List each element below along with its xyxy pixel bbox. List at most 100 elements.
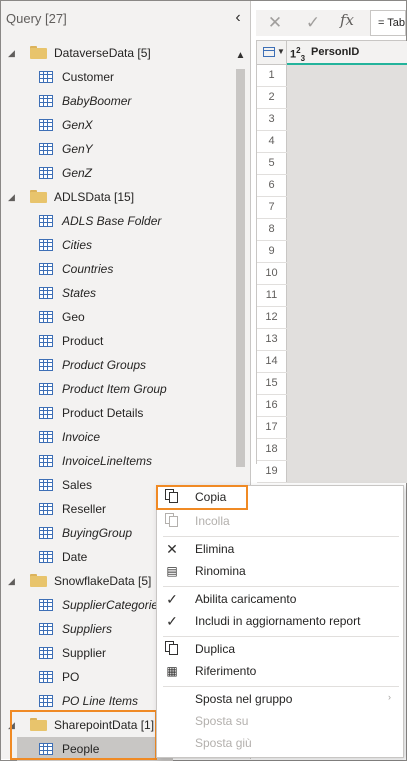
query-item[interactable]: Geo	[1, 305, 233, 329]
row-number[interactable]: 7	[257, 197, 287, 218]
table-cell[interactable]	[287, 219, 407, 240]
scroll-up-icon[interactable]: ▲	[233, 47, 248, 65]
row-number[interactable]: 5	[257, 153, 287, 174]
table-row[interactable]: 4	[257, 131, 407, 153]
table-cell[interactable]	[287, 263, 407, 284]
row-number[interactable]: 11	[257, 285, 287, 306]
table-cell[interactable]	[287, 307, 407, 328]
table-cell[interactable]	[287, 439, 407, 460]
formula-input[interactable]: = Table	[370, 10, 406, 36]
table-row[interactable]: 8	[257, 219, 407, 241]
column-header-personid[interactable]: 123 PersonID	[287, 41, 407, 66]
query-item[interactable]: Countries	[1, 257, 233, 281]
table-row[interactable]: 18	[257, 439, 407, 461]
row-number[interactable]: 16	[257, 395, 287, 416]
row-number[interactable]: 14	[257, 351, 287, 372]
collapse-pane-button[interactable]: ‹	[230, 7, 246, 29]
query-item[interactable]: Product	[1, 329, 233, 353]
menu-separator	[163, 586, 399, 587]
row-number[interactable]: 1	[257, 65, 287, 86]
fx-icon[interactable]: fx	[340, 11, 354, 29]
cancel-formula-icon[interactable]: ✕	[264, 12, 286, 34]
query-item-label: GenZ	[62, 166, 93, 180]
table-row[interactable]: 16	[257, 395, 407, 417]
query-item[interactable]: Product Item Group	[1, 377, 233, 401]
query-item[interactable]: Cities	[1, 233, 233, 257]
query-group[interactable]: ◢ ADLSData [15]	[1, 185, 233, 209]
query-item[interactable]: GenZ	[1, 161, 233, 185]
table-row[interactable]: 14	[257, 351, 407, 373]
menu-item-move-to-group[interactable]: Sposta nel gruppo ›	[157, 688, 405, 710]
table-cell[interactable]	[287, 285, 407, 306]
query-item[interactable]: InvoiceLineItems	[1, 449, 233, 473]
table-row[interactable]: 17	[257, 417, 407, 439]
query-item[interactable]: GenX	[1, 113, 233, 137]
table-cell[interactable]	[287, 175, 407, 196]
table-cell[interactable]	[287, 329, 407, 350]
table-cell[interactable]	[287, 373, 407, 394]
table-cell[interactable]	[287, 197, 407, 218]
table-cell[interactable]	[287, 241, 407, 262]
query-group[interactable]: ◢ DataverseData [5]	[1, 41, 233, 65]
menu-item-duplicate[interactable]: Duplica	[157, 638, 405, 660]
table-row[interactable]: 9	[257, 241, 407, 263]
table-cell[interactable]	[287, 417, 407, 438]
table-row[interactable]: 3	[257, 109, 407, 131]
row-number[interactable]: 6	[257, 175, 287, 196]
table-cell[interactable]	[287, 87, 407, 108]
table-cell[interactable]	[287, 395, 407, 416]
menu-item-rename[interactable]: ▤ Rinomina	[157, 560, 405, 582]
table-row[interactable]: 1	[257, 65, 407, 87]
row-number[interactable]: 10	[257, 263, 287, 284]
row-number[interactable]: 15	[257, 373, 287, 394]
table-row[interactable]: 15	[257, 373, 407, 395]
table-cell[interactable]	[287, 461, 407, 482]
row-number[interactable]: 12	[257, 307, 287, 328]
row-number[interactable]: 9	[257, 241, 287, 262]
row-number[interactable]: 13	[257, 329, 287, 350]
table-row[interactable]: 5	[257, 153, 407, 175]
table-row[interactable]: 11	[257, 285, 407, 307]
table-row[interactable]: 19	[257, 461, 407, 483]
row-number[interactable]: 2	[257, 87, 287, 108]
table-row[interactable]: 6	[257, 175, 407, 197]
chevron-down-icon[interactable]: ◢	[8, 569, 20, 593]
row-number[interactable]: 4	[257, 131, 287, 152]
row-number[interactable]: 3	[257, 109, 287, 130]
table-cell[interactable]	[287, 109, 407, 130]
query-item[interactable]: Invoice	[1, 425, 233, 449]
query-item[interactable]: Product Groups	[1, 353, 233, 377]
menu-item-include-refresh[interactable]: ✓ Includi in aggiornamento report	[157, 610, 405, 632]
table-row[interactable]: 7	[257, 197, 407, 219]
query-item[interactable]: ADLS Base Folder	[1, 209, 233, 233]
menu-item-delete[interactable]: ✕ Elimina	[157, 538, 405, 560]
table-row[interactable]: 12	[257, 307, 407, 329]
query-item[interactable]: BabyBoomer	[1, 89, 233, 113]
table-cell[interactable]	[287, 65, 407, 86]
table-row[interactable]: 10	[257, 263, 407, 285]
table-cell[interactable]	[287, 131, 407, 152]
query-item[interactable]: Customer	[1, 65, 233, 89]
row-number[interactable]: 8	[257, 219, 287, 240]
table-row[interactable]: 2	[257, 87, 407, 109]
row-number[interactable]: 19	[257, 461, 287, 482]
whole-number-type-icon[interactable]: 123	[290, 46, 305, 63]
confirm-formula-icon[interactable]: ✓	[302, 12, 324, 34]
menu-item-enable-load[interactable]: ✓ Abilita caricamento	[157, 588, 405, 610]
query-item[interactable]: States	[1, 281, 233, 305]
menu-item-reference[interactable]: ▦ Riferimento	[157, 660, 405, 682]
row-number[interactable]: 17	[257, 417, 287, 438]
scrollbar-thumb[interactable]	[236, 69, 245, 467]
query-item[interactable]: Product Details	[1, 401, 233, 425]
chevron-down-icon[interactable]: ◢	[8, 41, 20, 65]
table-icon	[39, 167, 53, 179]
table-cell[interactable]	[287, 351, 407, 372]
table-menu-button[interactable]: ▼	[257, 41, 287, 65]
table-row[interactable]: 13	[257, 329, 407, 351]
chevron-down-icon[interactable]: ◢	[8, 185, 20, 209]
query-item[interactable]: GenY	[1, 137, 233, 161]
queries-title: Query [27]	[6, 11, 67, 26]
row-number[interactable]: 18	[257, 439, 287, 460]
queries-header: Query [27] ‹	[1, 1, 250, 35]
table-cell[interactable]	[287, 153, 407, 174]
